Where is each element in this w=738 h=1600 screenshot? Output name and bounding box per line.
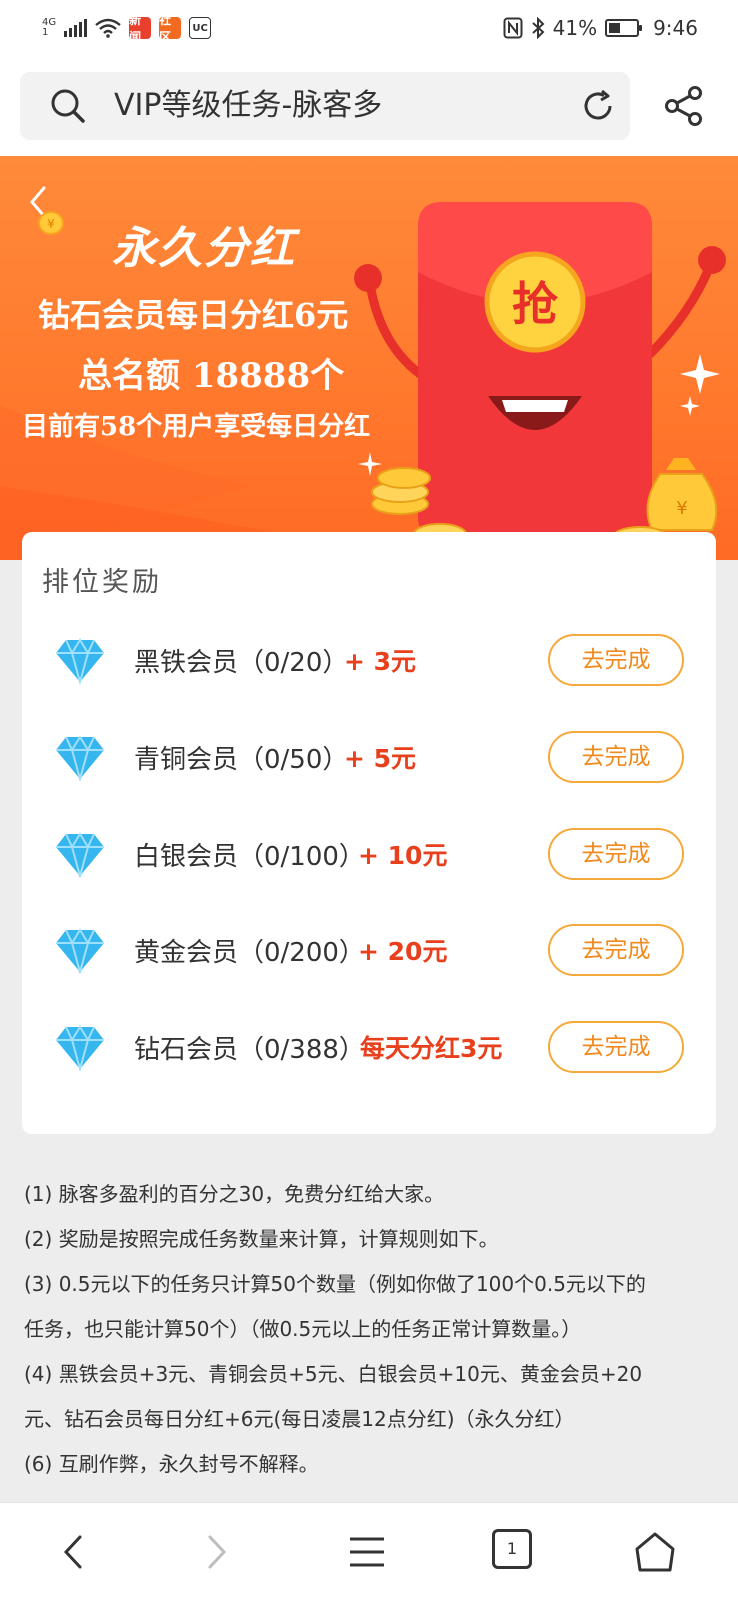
- status-right: 41% 9:46: [503, 16, 698, 40]
- tier-row: 黄金会员（0/200） + 20元 去完成: [22, 918, 716, 988]
- tier-name: 青铜会员（0/50）: [134, 745, 349, 775]
- complete-task-button[interactable]: 去完成: [548, 634, 684, 686]
- diamond-icon: [56, 832, 104, 878]
- tier-reward: + 3元: [344, 647, 417, 676]
- tier-row: 黑铁会员（0/20） + 3元 去完成: [22, 628, 716, 698]
- back-arrow-icon[interactable]: [50, 1529, 96, 1575]
- home-icon[interactable]: [632, 1529, 678, 1575]
- diamond-icon: [56, 1025, 104, 1071]
- network-sub: 1: [42, 27, 49, 38]
- rule-line: (6) 互刷作弊，永久封号不解释。: [24, 1452, 319, 1476]
- refresh-icon[interactable]: [580, 88, 616, 124]
- news-app-icon: 新闻: [129, 13, 152, 44]
- battery-icon: [605, 19, 643, 37]
- browser-bottom-nav: 1: [0, 1502, 738, 1600]
- tier-reward: + 5元: [344, 744, 417, 773]
- tier-name: 黑铁会员（0/20）: [134, 648, 349, 678]
- promo-banner: ¥ 永久分红 钻石会员每日分红6元 总名额 18888个 目前有58个用户享受每…: [0, 156, 738, 560]
- tier-reward: + 10元: [358, 841, 448, 870]
- status-bar: 4G 1 新闻 社区 UC 41% 9:46: [0, 0, 738, 56]
- diamond-icon: [56, 735, 104, 781]
- uc-app-icon: UC: [189, 17, 212, 39]
- browser-top-bar: VIP等级任务-脉客多: [0, 56, 738, 156]
- rule-line: (1) 脉客多盈利的百分之30，免费分红给大家。: [24, 1182, 445, 1206]
- banner-line-quota: 总名额 18888个: [78, 356, 345, 396]
- complete-task-button[interactable]: 去完成: [548, 731, 684, 783]
- share-icon[interactable]: [664, 86, 704, 126]
- rules-text: (1) 脉客多盈利的百分之30，免费分红给大家。 (2) 奖励是按照完成任务数量来…: [24, 1172, 714, 1487]
- nfc-icon: [503, 17, 523, 39]
- forward-arrow-icon[interactable]: [194, 1529, 240, 1575]
- diamond-icon: [56, 638, 104, 684]
- tier-row: 白银会员（0/100） + 10元 去完成: [22, 822, 716, 892]
- bluetooth-icon: [531, 17, 545, 39]
- banner-line-dividend: 钻石会员每日分红6元: [38, 296, 349, 334]
- tier-name: 白银会员（0/100）: [134, 842, 365, 872]
- tab-count: 1: [492, 1529, 532, 1569]
- rule-line: 任务，也只能计算50个）（做0.5元以上的任务正常计算数量。）: [24, 1317, 582, 1341]
- page-title[interactable]: VIP等级任务-脉客多: [114, 72, 382, 140]
- tier-reward: 每天分红3元: [360, 1034, 503, 1063]
- rule-line: 元、钻石会员每日分红+6元(每日凌晨12点分红)（永久分红）: [24, 1407, 575, 1431]
- wifi-icon: [95, 18, 121, 38]
- network-indicator: 4G 1: [42, 18, 56, 38]
- rewards-card: 排位奖励 黑铁会员（0/20） + 3元 去完成 青铜会员（0/50） + 5元 去完成白…: [22, 532, 716, 1134]
- tier-name: 钻石会员（0/388）: [134, 1035, 365, 1065]
- address-bar[interactable]: VIP等级任务-脉客多: [20, 72, 630, 140]
- svg-text:抢: 抢: [512, 277, 559, 331]
- complete-task-button[interactable]: 去完成: [548, 1021, 684, 1073]
- signal-icon: [64, 19, 88, 37]
- status-left: 4G 1 新闻 社区 UC: [42, 13, 212, 44]
- tier-row: 钻石会员（0/388） 每天分红3元 去完成: [22, 1015, 716, 1085]
- complete-task-button[interactable]: 去完成: [548, 924, 684, 976]
- battery-level: [609, 23, 620, 33]
- tier-name: 黄金会员（0/200）: [134, 938, 365, 968]
- red-envelope-icon: 抢 ¥: [354, 202, 726, 546]
- rule-line: (3) 0.5元以下的任务只计算50个数量（例如你做了100个0.5元以下的: [24, 1272, 646, 1296]
- tabs-icon[interactable]: 1: [492, 1529, 538, 1575]
- banner-line-users: 目前有58个用户享受每日分红: [22, 412, 371, 442]
- tier-reward: + 20元: [358, 937, 448, 966]
- menu-icon[interactable]: [344, 1529, 390, 1575]
- community-app-icon: 社区: [159, 13, 182, 44]
- battery-percent: 41%: [552, 16, 598, 40]
- rule-line: (4) 黑铁会员+3元、青铜会员+5元、白银会员+10元、黄金会员+20: [24, 1362, 643, 1386]
- search-icon[interactable]: [50, 88, 86, 124]
- svg-text:¥: ¥: [676, 498, 687, 519]
- coin-icon: ¥: [38, 211, 64, 235]
- rule-line: (2) 奖励是按照完成任务数量来计算，计算规则如下。: [24, 1227, 499, 1251]
- svg-text:¥: ¥: [47, 217, 55, 231]
- clock: 9:46: [653, 16, 698, 40]
- banner-heading: 永久分红: [112, 223, 296, 274]
- tier-row: 青铜会员（0/50） + 5元 去完成: [22, 725, 716, 795]
- diamond-icon: [56, 928, 104, 974]
- rewards-title: 排位奖励: [42, 567, 162, 598]
- complete-task-button[interactable]: 去完成: [548, 828, 684, 880]
